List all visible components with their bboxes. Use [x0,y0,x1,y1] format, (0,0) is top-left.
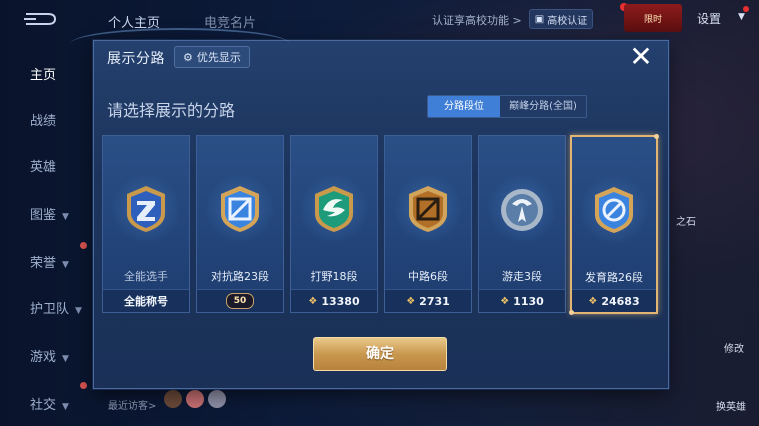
all-round-emblem-icon [127,186,165,232]
recent-visitor-avatars [164,390,226,408]
chevron-down-icon: ▼ [75,306,82,316]
tab-peak-lane[interactable]: 巅峰分路(全国) [500,96,586,117]
avatar[interactable] [186,390,204,408]
lane-card-label: 发育路26段 [585,271,643,284]
sidebar-item-label: 社交 [30,398,57,413]
app-logo-icon[interactable] [22,10,58,28]
rank-points-icon: ❖ [406,295,416,307]
change-hero-button[interactable]: 换英雄 [716,398,746,413]
campus-cert-link[interactable]: 认证享高校功能 > [432,12,522,28]
jungle-emblem-icon [315,186,353,232]
sidebar-item-heroes[interactable]: 英雄 [0,156,90,175]
sidebar-item-honor[interactable]: 荣誉 ▼ [0,252,90,271]
lane-card-all-round[interactable]: 全能选手 全能称号 [102,135,190,313]
lane-card-farm[interactable]: 发育路26段 ❖ 24683 [569,134,659,315]
side-label: 之石 [676,217,696,228]
sidebar-item-record[interactable]: 战绩 [0,110,90,129]
lane-card-footer: ❖ 24683 [572,289,656,312]
sidebar-item-label: 图鉴 [30,208,57,223]
rank-star-badge: 50 [226,293,254,309]
sidebar-item-label: 主页 [30,68,57,83]
rank-points-icon: ❖ [500,295,510,307]
sidebar-item-label: 英雄 [30,160,57,175]
lane-card-label: 游走3段 [502,270,542,283]
lane-card-label: 中路6段 [408,270,448,283]
tab-lane-rank[interactable]: 分路段位 [428,96,500,117]
lane-card-footer: ❖ 2731 [385,289,471,312]
promo-banner[interactable]: 限时 [624,4,682,32]
chevron-down-icon[interactable]: ▼ [738,12,745,22]
sidebar-item-guard-team[interactable]: 护卫队 ▼ [0,298,90,317]
sidebar-item-games[interactable]: 游戏 ▼ [0,346,90,365]
notification-dot [80,242,87,249]
lane-card-roam[interactable]: 游走3段 ❖ 1130 [478,135,566,313]
campus-cert-label: 高校认证 [547,15,588,27]
gear-icon: ⚙ [183,50,193,64]
chevron-down-icon: ▼ [62,354,69,364]
lane-card-label: 全能选手 [124,270,168,283]
recent-visitors-link[interactable]: 最近访客> [108,397,156,412]
sidebar-item-codex[interactable]: 图鉴 ▼ [0,204,90,223]
selection-corner [654,134,659,139]
farm-lane-emblem-icon [595,187,633,233]
campus-cert-button[interactable]: ▣ 高校认证 [529,9,593,29]
dialog-subtitle: 请选择展示的分路 [107,101,236,120]
lane-card-label: 打野18段 [310,270,358,283]
lane-card-footer: ❖ 1130 [479,289,565,312]
lane-card-label: 对抗路23段 [211,270,269,283]
rank-points-icon: ❖ [588,295,598,307]
lane-card-footer: 全能称号 [103,289,189,312]
title-text: 全能称号 [124,295,168,308]
sidebar-item-home[interactable]: 主页 [0,64,90,83]
lane-card-clash[interactable]: 对抗路23段 50 [196,135,284,313]
priority-display-label: 优先显示 [196,51,241,64]
confirm-button[interactable]: 确定 [313,337,447,371]
clash-lane-emblem-icon [221,186,259,232]
selection-corner [569,310,574,315]
settings-button[interactable]: 设置 [697,10,721,27]
notification-dot [80,382,87,389]
campus-icon: ▣ [534,13,545,25]
sidebar-item-label: 护卫队 [30,302,70,317]
avatar[interactable] [164,390,182,408]
rank-points: 1130 [513,294,544,308]
sidebar-item-label: 战绩 [30,114,57,129]
sidebar-item-label: 游戏 [30,350,57,365]
chevron-down-icon: ▼ [62,402,69,412]
lane-card-mid[interactable]: 中路6段 ❖ 2731 [384,135,472,313]
roam-emblem-icon [501,189,543,231]
rank-points: 13380 [321,294,360,308]
chevron-down-icon: ▼ [62,212,69,222]
chevron-down-icon: ▼ [62,260,69,270]
sidebar-nav: 主页 战绩 英雄 图鉴 ▼ 荣誉 ▼ 护卫队 ▼ 游戏 ▼ 社交 ▼ [0,36,92,426]
lane-card-footer: 50 [197,289,283,312]
avatar[interactable] [208,390,226,408]
rank-points-icon: ❖ [308,295,318,307]
modify-button[interactable]: 修改 [724,340,744,355]
sidebar-item-label: 荣誉 [30,256,57,271]
dialog-title: 展示分路 [107,51,165,67]
close-icon: ✕ [629,40,653,73]
lane-mode-toggle: 分路段位 巅峰分路(全国) [427,95,587,118]
rank-points: 2731 [419,294,450,308]
lane-card-jungle[interactable]: 打野18段 ❖ 13380 [290,135,378,313]
mid-lane-emblem-icon [409,186,447,232]
sidebar-item-social[interactable]: 社交 ▼ [0,394,90,413]
lane-card-footer: ❖ 13380 [291,289,377,312]
close-button[interactable]: ✕ [627,43,655,72]
rank-points: 24683 [601,294,640,308]
priority-display-button[interactable]: ⚙ 优先显示 [174,46,250,68]
